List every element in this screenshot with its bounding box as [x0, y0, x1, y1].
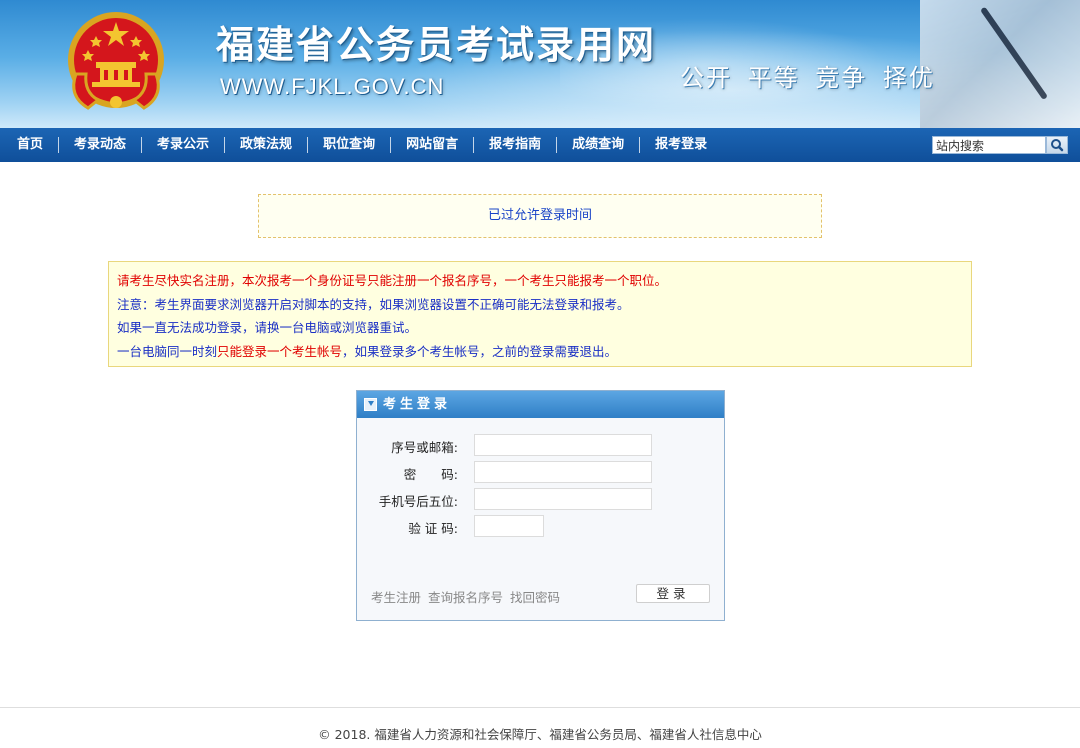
site-header: 福建省公务员考试录用网 WWW.FJKL.GOV.CN 公开 平等 竞争 择优: [0, 0, 1080, 128]
nav-item-login[interactable]: 报考登录: [640, 128, 722, 162]
warning-line-registration: 请考生尽快实名注册，本次报考一个身份证号只能注册一个报名序号，一个考生只能报考一…: [117, 273, 668, 288]
nav-item-guide[interactable]: 报考指南: [474, 128, 556, 162]
nav-item-announcements[interactable]: 考录公示: [142, 128, 224, 162]
collapse-arrow-icon: [364, 398, 377, 411]
nav-item-position-search[interactable]: 职位查询: [308, 128, 390, 162]
candidate-login-panel: 考生登录 序号或邮箱: 密 码: 手机号后五位: 验 证 码: 考生注册 查询报名…: [356, 390, 725, 621]
recover-password-link[interactable]: 找回密码: [510, 590, 560, 605]
site-title: 福建省公务员考试录用网: [216, 23, 657, 67]
login-button[interactable]: 登录: [636, 584, 710, 603]
id-label: 序号或邮箱:: [391, 440, 458, 455]
warning-box: 请考生尽快实名注册，本次报考一个身份证号只能注册一个报名序号，一个考生只能报考一…: [108, 261, 972, 367]
footer-copyright: © 2018. 福建省人力资源和社会保障厅、福建省公务员局、福建省人社信息中心: [318, 727, 762, 742]
id-input[interactable]: [474, 434, 652, 456]
warning-line-browser-script: 注意：考生界面要求浏览器开启对脚本的支持，如果浏览器设置不正确可能无法登录和报考…: [117, 296, 630, 312]
search-icon: [1051, 139, 1064, 152]
warning-line-retry: 如果一直无法成功登录，请换一台电脑或浏览器重试。: [117, 320, 418, 335]
pen-graphic: [980, 6, 1049, 101]
nav-item-scores[interactable]: 成绩查询: [557, 128, 639, 162]
writing-hand-photo: [920, 0, 1080, 128]
login-links: 考生注册 查询报名序号 找回密码: [371, 587, 567, 606]
site-slogan: 公开 平等 竞争 择优: [680, 64, 935, 92]
register-link[interactable]: 考生注册: [371, 590, 421, 605]
footer-divider: [0, 707, 1080, 708]
national-emblem-icon: [68, 12, 164, 110]
nav-list: 首页 考录动态 考录公示 政策法规 职位查询 网站留言 报考指南 成绩查询 报考…: [0, 128, 722, 162]
password-label: 密 码:: [403, 467, 458, 482]
site-search-input[interactable]: [932, 136, 1046, 154]
nav-item-guestbook[interactable]: 网站留言: [391, 128, 473, 162]
nav-item-policies[interactable]: 政策法规: [225, 128, 307, 162]
site-url: WWW.FJKL.GOV.CN: [220, 74, 445, 99]
captcha-label: 验 证 码:: [408, 521, 458, 536]
warning-line-single-login: 一台电脑同一时刻只能登录一个考生帐号，如果登录多个考生帐号，之前的登录需要退出。: [117, 340, 963, 364]
phone-label: 手机号后五位:: [378, 494, 458, 509]
query-serial-link[interactable]: 查询报名序号: [428, 590, 503, 605]
panel-title: 考生登录: [383, 397, 452, 412]
warning-highlight: 只能登录一个考生帐号: [217, 343, 343, 359]
nav-item-news[interactable]: 考录动态: [59, 128, 141, 162]
nav-item-home[interactable]: 首页: [0, 128, 58, 162]
main-nav: 首页 考录动态 考录公示 政策法规 职位查询 网站留言 报考指南 成绩查询 报考…: [0, 128, 1080, 162]
captcha-input[interactable]: [474, 515, 544, 537]
panel-header: 考生登录: [357, 391, 724, 418]
password-input[interactable]: [474, 461, 652, 483]
warning-text: 一台电脑同一时刻: [117, 343, 218, 359]
search-button[interactable]: [1046, 136, 1068, 154]
warning-text: ，如果登录多个考生帐号，之前的登录需要退出。: [342, 343, 618, 359]
login-time-notice: 已过允许登录时间: [258, 194, 822, 238]
phone-last-five-input[interactable]: [474, 488, 652, 510]
